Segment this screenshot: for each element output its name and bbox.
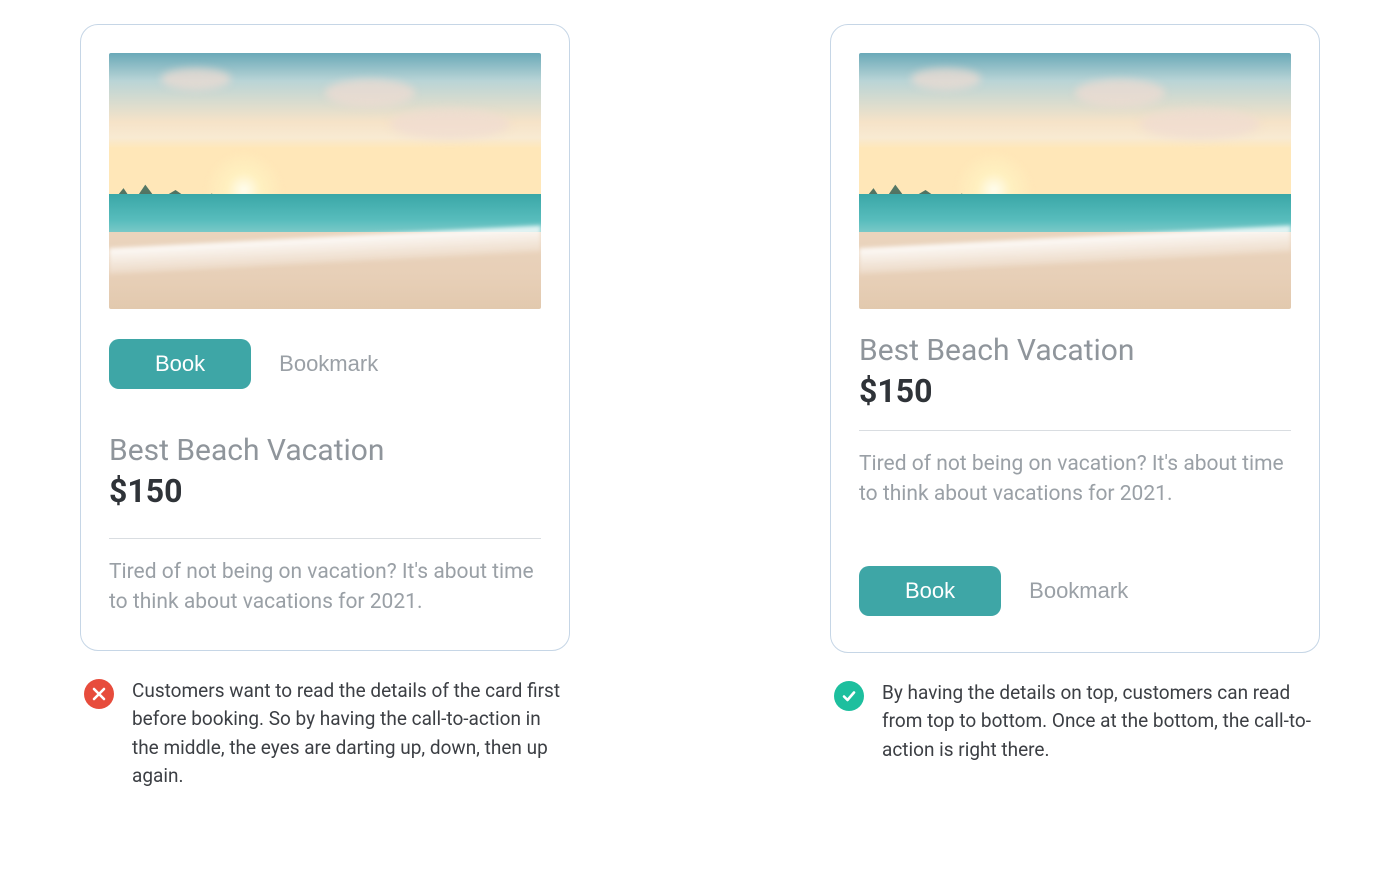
book-button[interactable]: Book <box>109 339 251 389</box>
vacation-card: Best Beach Vacation $150 Tired of not be… <box>830 24 1320 653</box>
divider <box>109 538 541 539</box>
vacation-card: Book Bookmark Best Beach Vacation $150 T… <box>80 24 570 651</box>
card-title: Best Beach Vacation <box>109 433 541 468</box>
annotation-bad: Customers want to read the details of th… <box>80 677 570 791</box>
card-actions: Book Bookmark <box>859 566 1291 616</box>
cross-icon <box>84 679 114 709</box>
annotation-text: Customers want to read the details of th… <box>132 677 566 791</box>
card-price: $150 <box>859 372 1291 410</box>
book-button[interactable]: Book <box>859 566 1001 616</box>
check-icon <box>834 681 864 711</box>
divider <box>859 430 1291 431</box>
annotation-text: By having the details on top, customers … <box>882 679 1316 765</box>
example-bad: Book Bookmark Best Beach Vacation $150 T… <box>80 24 570 872</box>
card-actions: Book Bookmark <box>109 339 541 389</box>
card-image-beach <box>109 53 541 309</box>
bookmark-button[interactable]: Bookmark <box>279 351 378 377</box>
example-good: Best Beach Vacation $150 Tired of not be… <box>830 24 1320 872</box>
card-description: Tired of not being on vacation? It's abo… <box>109 557 541 618</box>
bookmark-button[interactable]: Bookmark <box>1029 578 1128 604</box>
card-title: Best Beach Vacation <box>859 333 1291 368</box>
card-price: $150 <box>109 472 541 510</box>
card-description: Tired of not being on vacation? It's abo… <box>859 449 1291 510</box>
annotation-good: By having the details on top, customers … <box>830 679 1320 765</box>
card-image-beach <box>859 53 1291 309</box>
